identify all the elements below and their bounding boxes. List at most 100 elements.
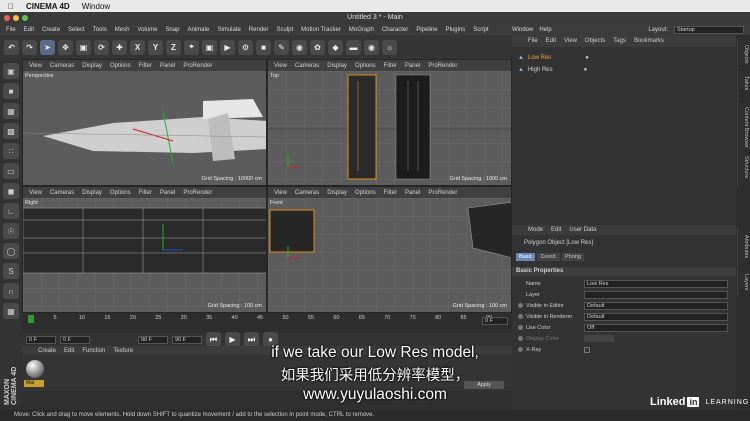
deformer-icon[interactable]: ◆ <box>328 39 343 55</box>
visible-renderer-select[interactable]: Default <box>584 312 728 321</box>
pen-icon[interactable]: ✎ <box>274 39 289 55</box>
vp-menu-panel[interactable]: Panel <box>160 190 175 196</box>
animate-dot-icon[interactable] <box>518 303 523 308</box>
menu-snap[interactable]: Snap <box>165 27 179 33</box>
animate-dot-icon[interactable] <box>518 314 523 319</box>
scale-icon[interactable]: ▣ <box>76 39 91 55</box>
undo-icon[interactable]: ↶ <box>4 39 19 55</box>
menu-sculpt[interactable]: Sculpt <box>276 27 293 33</box>
snap-icon[interactable]: S <box>3 263 19 279</box>
vp-menu-cameras[interactable]: Cameras <box>50 190 74 196</box>
vp-menu-filter[interactable]: Filter <box>139 190 152 196</box>
animate-dot-icon[interactable] <box>518 336 523 341</box>
render-settings-icon[interactable]: ⚙ <box>238 39 253 55</box>
menu-tools[interactable]: Tools <box>93 27 107 33</box>
preview-max-field[interactable]: 90 F <box>172 335 202 344</box>
name-field[interactable]: Low Res <box>584 279 728 288</box>
vp-menu-cameras[interactable]: Cameras <box>295 63 319 69</box>
vp-menu-panel[interactable]: Panel <box>405 63 420 69</box>
vp-menu-filter[interactable]: Filter <box>384 190 397 196</box>
max-frame-field[interactable]: 90 F <box>138 335 168 344</box>
mac-menu-window[interactable]: Window <box>82 2 110 11</box>
menu-window[interactable]: Window <box>512 27 533 33</box>
viewport-top[interactable]: View Cameras Display Options Filter Pane… <box>267 59 512 186</box>
floor-icon[interactable]: ▬ <box>346 39 361 55</box>
axis-icon[interactable]: ∟ <box>3 203 19 219</box>
tab-objects[interactable]: Objects <box>737 39 749 69</box>
viewport-front[interactable]: View Cameras Display Options Filter Pane… <box>267 186 512 313</box>
tab-phong[interactable]: Phong <box>561 253 584 261</box>
z-axis-icon[interactable]: Z <box>166 39 181 55</box>
x-axis-icon[interactable]: X <box>130 39 145 55</box>
cloner-icon[interactable]: ✿ <box>310 39 325 55</box>
menu-render[interactable]: Render <box>249 27 269 33</box>
menu-create[interactable]: Create <box>42 27 60 33</box>
menu-script[interactable]: Script <box>473 27 488 33</box>
vp-menu-options[interactable]: Options <box>355 63 376 69</box>
obj-menu-edit[interactable]: Edit <box>546 38 556 44</box>
current-frame-field[interactable]: 0 F <box>26 335 56 344</box>
tab-attributes[interactable]: Attributes <box>737 227 749 267</box>
cube-icon[interactable]: ■ <box>256 39 271 55</box>
vp-menu-view[interactable]: View <box>29 190 42 196</box>
apple-icon[interactable]:  <box>8 2 14 11</box>
mac-app-name[interactable]: CINEMA 4D <box>26 2 70 11</box>
menu-mograph[interactable]: MoGraph <box>349 27 374 33</box>
vp-menu-panel[interactable]: Panel <box>405 190 420 196</box>
vp-menu-view[interactable]: View <box>29 63 42 69</box>
clapboard-icon[interactable]: ▣ <box>202 39 217 55</box>
y-axis-icon[interactable]: Y <box>148 39 163 55</box>
vp-menu-display[interactable]: Display <box>327 63 347 69</box>
points-mode-icon[interactable]: ∷ <box>3 143 19 159</box>
menu-mesh[interactable]: Mesh <box>115 27 130 33</box>
vp-menu-filter[interactable]: Filter <box>139 63 152 69</box>
move-icon[interactable]: ✥ <box>58 39 73 55</box>
rotate-icon[interactable]: ⟳ <box>94 39 109 55</box>
polygons-mode-icon[interactable]: ◼ <box>3 183 19 199</box>
menu-simulate[interactable]: Simulate <box>217 27 240 33</box>
camera-icon[interactable]: ◉ <box>364 39 379 55</box>
obj-menu-bookmarks[interactable]: Bookmarks <box>634 38 664 44</box>
attr-menu-mode[interactable]: Mode <box>528 227 543 233</box>
menu-volume[interactable]: Volume <box>137 27 157 33</box>
vp-menu-prorender[interactable]: ProRender <box>428 63 457 69</box>
tab-takes[interactable]: Takes <box>737 71 749 95</box>
layout-select[interactable]: Startup <box>674 25 744 34</box>
coordinate-system-icon[interactable]: ⌖ <box>184 39 199 55</box>
layer-field[interactable] <box>584 290 728 299</box>
vp-menu-display[interactable]: Display <box>82 190 102 196</box>
menu-edit[interactable]: Edit <box>24 27 34 33</box>
subdivision-icon[interactable]: ◉ <box>292 39 307 55</box>
object-row-low-res[interactable]: ▲ Low Res ● <box>518 53 589 63</box>
vp-menu-prorender[interactable]: ProRender <box>183 63 212 69</box>
recent-tool-icon[interactable]: ✚ <box>112 39 127 55</box>
vp-menu-panel[interactable]: Panel <box>160 63 175 69</box>
viewport-right[interactable]: View Cameras Display Options Filter Pane… <box>22 186 267 313</box>
attr-menu-user-data[interactable]: User Data <box>569 227 596 233</box>
close-window-button[interactable] <box>4 15 10 21</box>
menu-file[interactable]: File <box>6 27 16 33</box>
texture-mode-icon[interactable]: ▦ <box>3 103 19 119</box>
vp-menu-cameras[interactable]: Cameras <box>50 63 74 69</box>
vp-menu-view[interactable]: View <box>274 63 287 69</box>
object-name[interactable]: High Res <box>528 67 553 73</box>
vp-menu-options[interactable]: Options <box>110 63 131 69</box>
vp-menu-cameras[interactable]: Cameras <box>295 190 319 196</box>
menu-motion-tracker[interactable]: Motion Tracker <box>301 27 341 33</box>
vp-menu-options[interactable]: Options <box>110 190 131 196</box>
animate-dot-icon[interactable] <box>518 325 523 330</box>
end-frame-field[interactable]: 0 F <box>482 317 508 325</box>
edges-mode-icon[interactable]: ▭ <box>3 163 19 179</box>
solo-icon[interactable]: ◯ <box>3 243 19 259</box>
obj-menu-objects[interactable]: Objects <box>585 38 605 44</box>
menu-help[interactable]: Help <box>539 27 551 33</box>
obj-menu-tags[interactable]: Tags <box>613 38 626 44</box>
magnet-icon[interactable]: ∩ <box>3 283 19 299</box>
material-tag-icon[interactable]: ● <box>585 55 589 61</box>
menu-plugins[interactable]: Plugins <box>446 27 466 33</box>
viewport-perspective[interactable]: View Cameras Display Options Filter Pane… <box>22 59 267 186</box>
menu-select[interactable]: Select <box>68 27 85 33</box>
vp-menu-view[interactable]: View <box>274 190 287 196</box>
vp-menu-prorender[interactable]: ProRender <box>183 190 212 196</box>
live-select-icon[interactable]: ➤ <box>40 39 55 55</box>
